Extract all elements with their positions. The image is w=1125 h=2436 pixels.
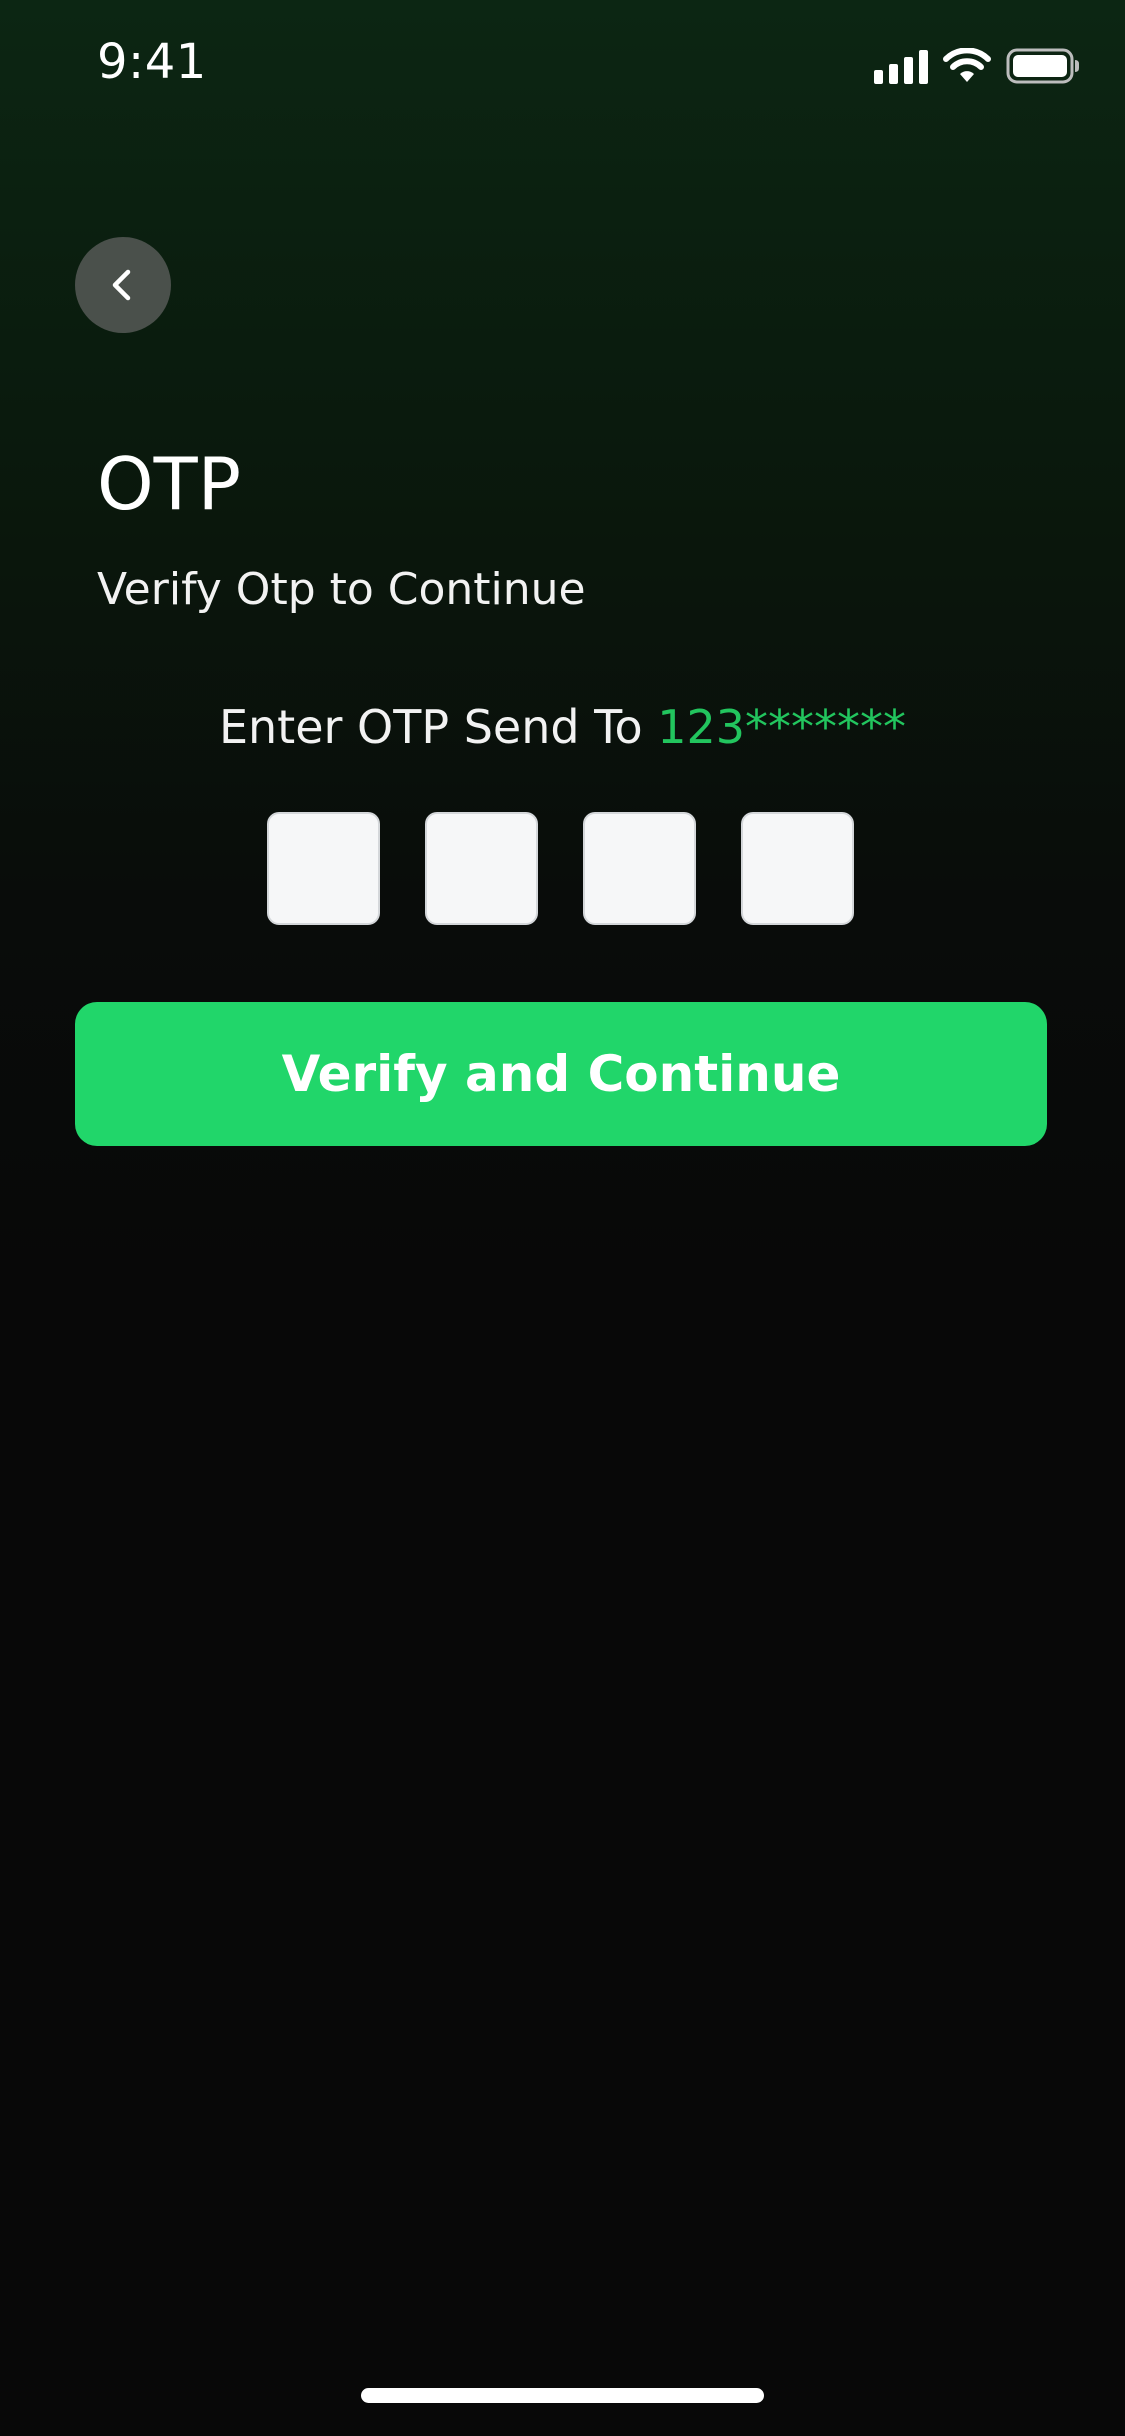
battery-icon [1006, 48, 1080, 84]
page-subtitle: Verify Otp to Continue [97, 564, 586, 615]
signal-icon [874, 48, 928, 84]
otp-prompt-label: Enter OTP Send To [218, 700, 658, 754]
status-icons [874, 48, 1080, 84]
otp-digit-3[interactable] [583, 812, 696, 925]
back-button[interactable] [75, 237, 171, 333]
otp-digit-2[interactable] [425, 812, 538, 925]
otp-screen: 9:41 OTP Verify Otp to Continue Enter OT… [0, 0, 1125, 2436]
status-time: 9:41 [97, 34, 207, 90]
wifi-icon [942, 48, 992, 84]
home-indicator[interactable] [361, 2388, 764, 2403]
otp-digit-4[interactable] [741, 812, 854, 925]
chevron-left-icon [112, 269, 131, 301]
page-title: OTP [97, 442, 242, 526]
masked-phone-number: 123******* [657, 700, 907, 754]
verify-and-continue-button[interactable]: Verify and Continue [75, 1002, 1047, 1146]
otp-input-group [267, 812, 854, 925]
otp-digit-1[interactable] [267, 812, 380, 925]
otp-prompt: Enter OTP Send To 123******* [0, 704, 1125, 750]
